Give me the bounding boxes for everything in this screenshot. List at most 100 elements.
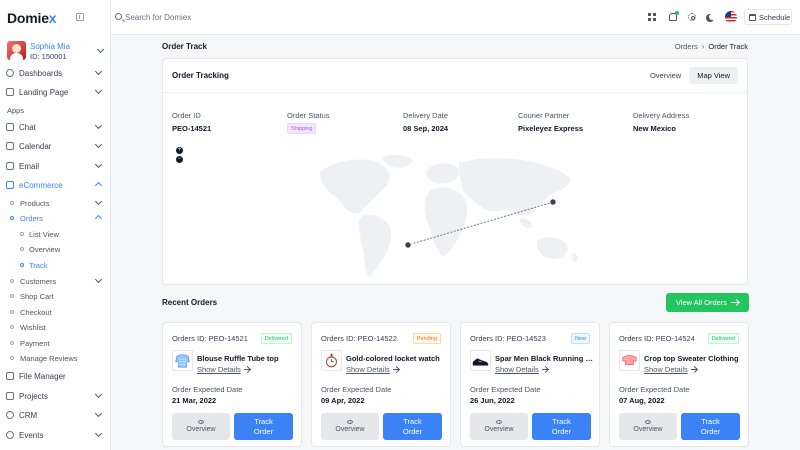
search-icon — [115, 13, 122, 20]
order-card-id: Orders ID: PEO-14523 — [470, 334, 546, 343]
bullet-icon — [20, 247, 24, 251]
profile-id: ID: 150001 — [30, 52, 67, 61]
sidebar-item-label: Orders — [20, 213, 43, 223]
schedule-label: Schedule — [759, 12, 791, 22]
chat-icon — [6, 123, 14, 131]
tracking-card-header: Order Tracking Overview Map View — [163, 59, 747, 93]
overview-button[interactable]: Overview — [172, 413, 230, 440]
delivery-date-label: Delivery Date — [403, 111, 449, 120]
overview-button[interactable]: Overview — [321, 413, 379, 440]
zoom-in-button[interactable]: + — [176, 147, 183, 154]
sidebar-collapse-icon[interactable] — [76, 13, 84, 21]
sidebar-item-chat[interactable]: Chat — [6, 120, 104, 134]
show-details-link[interactable]: Show Details — [346, 365, 399, 374]
chevron-down-icon — [94, 409, 103, 418]
delivery-date-block: Delivery Date 08 Sep, 2024 — [403, 111, 448, 133]
show-details-link[interactable]: Show Details — [644, 365, 697, 374]
mail-icon — [6, 162, 14, 170]
sidebar-item-label: File Manager — [19, 371, 66, 381]
sidebar-item-orders[interactable]: Orders — [10, 212, 104, 224]
sidebar-item-wishlist[interactable]: Wishlist — [10, 321, 104, 333]
sidebar-item-label: Products — [20, 198, 50, 208]
schedule-button[interactable]: Schedule — [744, 9, 792, 25]
bullet-icon — [10, 356, 14, 360]
search-input[interactable] — [125, 11, 275, 23]
courier-label: Courier Partner — [518, 111, 570, 120]
sidebar-item-dashboards[interactable]: Dashboards — [6, 66, 104, 80]
origin-marker-icon[interactable] — [549, 198, 557, 206]
sidebar-item-landing-page[interactable]: Landing Page — [6, 85, 104, 99]
sidebar-item-overview[interactable]: Overview — [20, 243, 60, 255]
show-details-link[interactable]: Show Details — [495, 365, 548, 374]
chevron-down-icon — [96, 45, 105, 54]
dashboard-icon — [6, 69, 14, 77]
sidebar-item-label: Shop Cart — [20, 291, 54, 301]
user-profile[interactable]: Sophia Mia ID: 150001 — [7, 41, 105, 61]
sidebar-item-events[interactable]: Events — [6, 428, 104, 442]
shoe-icon — [472, 358, 489, 367]
brand-logo[interactable]: Domiex — [7, 8, 57, 28]
destination-marker-icon[interactable] — [404, 241, 412, 249]
expected-date-label: Order Expected Date — [321, 385, 392, 394]
tab-map-view[interactable]: Map View — [689, 67, 738, 84]
track-order-button[interactable]: Track Order — [532, 413, 591, 440]
expected-date-label: Order Expected Date — [619, 385, 690, 394]
arrow-right-icon — [731, 302, 740, 303]
sidebar-item-projects[interactable]: Projects — [6, 389, 104, 403]
zoom-out-button[interactable]: − — [176, 156, 183, 163]
eye-icon — [198, 420, 204, 424]
overview-button[interactable]: Overview — [470, 413, 528, 440]
sidebar-item-file-manager[interactable]: File Manager — [6, 369, 104, 383]
chevron-down-icon — [94, 160, 103, 169]
sidebar-item-customers[interactable]: Customers — [10, 275, 104, 287]
sidebar-item-ecommerce[interactable]: eCommerce — [6, 178, 104, 192]
bullet-icon — [10, 216, 14, 220]
sidebar-item-track[interactable]: Track — [20, 259, 47, 271]
sidebar-item-payment[interactable]: Payment — [10, 337, 104, 349]
expected-date: 09 Apr, 2022 — [321, 396, 365, 405]
sidebar-item-label: Calendar — [19, 141, 52, 151]
order-id-block: Order ID PEO-14521 — [172, 111, 211, 133]
watch-icon — [326, 353, 337, 368]
show-details-label: Show Details — [346, 365, 390, 374]
tab-overview[interactable]: Overview — [642, 67, 689, 84]
sidebar-item-checkout[interactable]: Checkout — [10, 306, 104, 318]
avatar — [7, 41, 26, 60]
breadcrumb-orders[interactable]: Orders — [675, 42, 698, 51]
bullet-icon — [10, 201, 14, 205]
sidebar-item-calendar[interactable]: Calendar — [6, 139, 104, 153]
sidebar-item-products[interactable]: Products — [10, 197, 104, 209]
track-order-button[interactable]: Track Order — [383, 413, 442, 440]
product-name: Gold-colored locket watch — [346, 354, 440, 363]
sidebar-item-crm[interactable]: CRM — [6, 408, 104, 422]
arrow-right-icon — [392, 369, 399, 370]
apps-grid-icon[interactable] — [648, 13, 656, 21]
status-badge: Shipping — [287, 123, 317, 134]
profile-name: Sophia Mia — [30, 42, 71, 51]
expected-date-label: Order Expected Date — [172, 385, 243, 394]
track-order-button[interactable]: Track Order — [234, 413, 293, 440]
chevron-down-icon — [94, 390, 103, 399]
sidebar-item-label: Wishlist — [20, 322, 46, 332]
top-header: Schedule — [111, 0, 800, 35]
sidebar-item-label: List View — [29, 229, 59, 239]
sidebar-item-list-view[interactable]: List View — [20, 228, 59, 240]
show-details-label: Show Details — [197, 365, 241, 374]
brand-name: Domie — [7, 10, 49, 26]
sidebar-item-email[interactable]: Email — [6, 159, 104, 173]
show-details-link[interactable]: Show Details — [197, 365, 250, 374]
track-order-button[interactable]: Track Order — [681, 413, 740, 440]
gear-icon[interactable] — [688, 13, 696, 21]
view-all-orders-button[interactable]: View All Orders — [666, 293, 749, 312]
sidebar-item-label: Overview — [29, 244, 61, 254]
world-map[interactable] — [313, 153, 583, 283]
order-status-label: Order Status — [287, 111, 330, 120]
us-flag-icon[interactable] — [725, 11, 737, 23]
sidebar-item-shop-cart[interactable]: Shop Cart — [10, 290, 104, 302]
recent-orders-title: Recent Orders — [162, 298, 218, 307]
notification-bell-icon[interactable] — [669, 11, 679, 21]
sidebar-item-manage-reviews[interactable]: Manage Reviews — [10, 352, 104, 364]
address-value: New Mexico — [633, 124, 676, 133]
overview-button[interactable]: Overview — [619, 413, 677, 440]
moon-icon[interactable] — [709, 14, 715, 20]
